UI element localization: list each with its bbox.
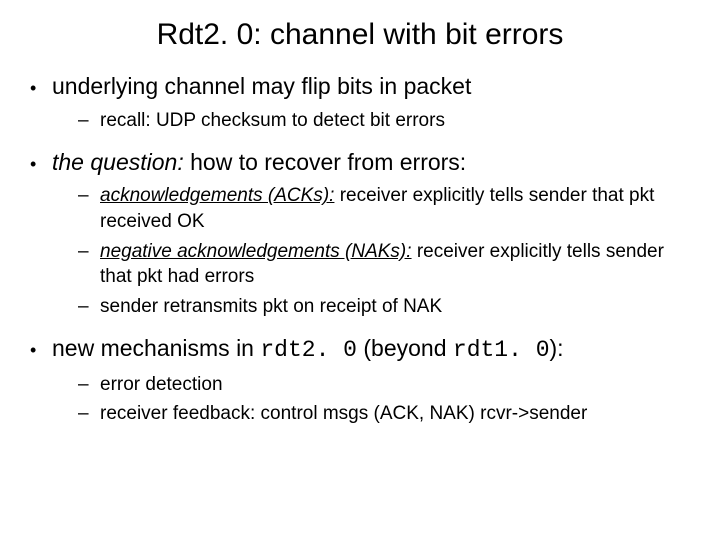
sub-item: – error detection (78, 372, 696, 398)
mid-text: (beyond (357, 335, 453, 361)
list-item: • new mechanisms in rdt2. 0 (beyond rdt1… (30, 334, 696, 427)
list-item: • the question: how to recover from erro… (30, 148, 696, 320)
sub-item: – receiver feedback: control msgs (ACK, … (78, 401, 696, 427)
sub-item: – sender retransmits pkt on receipt of N… (78, 294, 696, 320)
dash-icon: – (78, 401, 100, 427)
sub-text: error detection (100, 372, 696, 398)
emph-text: the question: (52, 149, 184, 175)
sub-text: receiver feedback: control msgs (ACK, NA… (100, 401, 696, 427)
dash-icon: – (78, 108, 100, 134)
dash-icon: – (78, 294, 100, 320)
bullet-text: underlying channel may flip bits in pack… (52, 72, 696, 102)
slide-title: Rdt2. 0: channel with bit errors (24, 18, 696, 52)
list-item: • underlying channel may flip bits in pa… (30, 72, 696, 134)
sub-text: negative acknowledgements (NAKs): receiv… (100, 239, 696, 290)
dash-icon: – (78, 372, 100, 398)
bullet-list: • underlying channel may flip bits in pa… (24, 72, 696, 427)
bullet-text: the question: how to recover from errors… (52, 148, 696, 178)
term-text: negative acknowledgements (NAKs): (100, 241, 412, 262)
bullet-icon: • (30, 148, 52, 176)
rest-text: how to recover from errors: (184, 149, 466, 175)
bullet-icon: • (30, 334, 52, 362)
sub-text: recall: UDP checksum to detect bit error… (100, 108, 696, 134)
sub-item: – acknowledgements (ACKs): receiver expl… (78, 183, 696, 234)
code-text: rdt1. 0 (453, 337, 550, 363)
term-text: acknowledgements (ACKs): (100, 185, 334, 206)
bullet-text: new mechanisms in rdt2. 0 (beyond rdt1. … (52, 334, 696, 366)
code-text: rdt2. 0 (260, 337, 357, 363)
post-text: ): (550, 335, 564, 361)
sub-list: – error detection – receiver feedback: c… (30, 372, 696, 427)
bullet-icon: • (30, 72, 52, 100)
dash-icon: – (78, 183, 100, 209)
pre-text: new mechanisms in (52, 335, 260, 361)
sub-item: – negative acknowledgements (NAKs): rece… (78, 239, 696, 290)
sub-item: – recall: UDP checksum to detect bit err… (78, 108, 696, 134)
sub-text: acknowledgements (ACKs): receiver explic… (100, 183, 696, 234)
sub-list: – recall: UDP checksum to detect bit err… (30, 108, 696, 134)
dash-icon: – (78, 239, 100, 265)
sub-list: – acknowledgements (ACKs): receiver expl… (30, 183, 696, 319)
sub-text: sender retransmits pkt on receipt of NAK (100, 294, 696, 320)
